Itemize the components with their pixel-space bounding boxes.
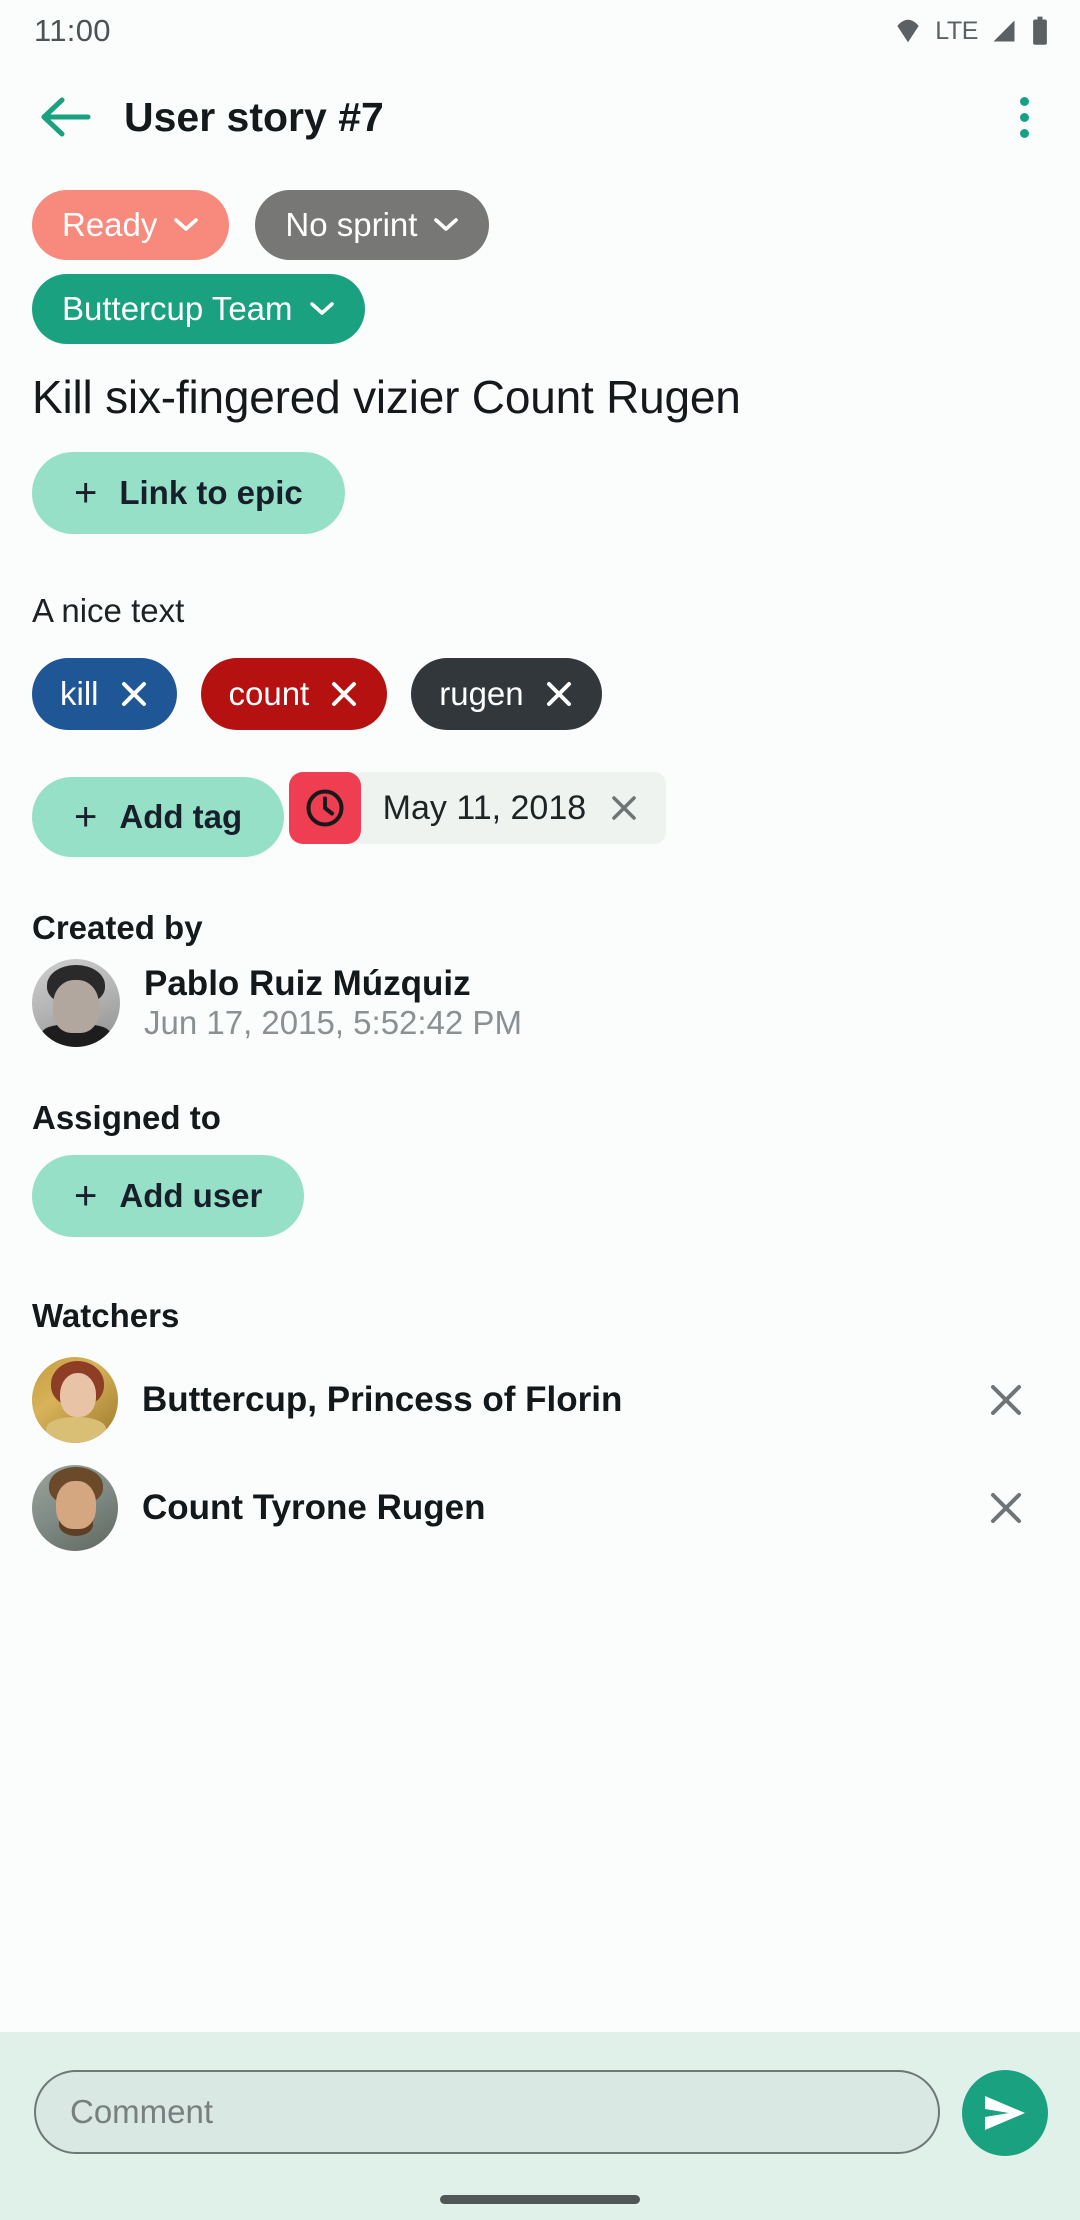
- close-icon: [991, 1493, 1021, 1524]
- comment-bar: [0, 2032, 1080, 2220]
- story-description[interactable]: A nice text: [32, 592, 1048, 630]
- network-type-label: LTE: [935, 16, 978, 45]
- team-chip-label: Buttercup Team: [62, 290, 293, 327]
- assigned-to-label: Assigned to: [32, 1099, 221, 1137]
- tag-list: kill count rugen: [32, 658, 1048, 731]
- link-to-epic-label: Link to epic: [119, 474, 303, 512]
- created-by-timestamp: Jun 17, 2015, 5:52:42 PM: [144, 1004, 522, 1042]
- more-vertical-icon: [1019, 128, 1029, 138]
- tag-chip[interactable]: count: [200, 658, 388, 731]
- watcher-row[interactable]: Count Tyrone Rugen: [32, 1465, 1048, 1552]
- due-date-value: May 11, 2018: [382, 788, 587, 827]
- status-bar: 11:00 LTE: [0, 0, 1080, 62]
- avatar: [32, 1465, 118, 1552]
- watchers-label: Watchers: [32, 1297, 180, 1335]
- plus-icon: +: [74, 471, 98, 516]
- story-title[interactable]: Kill six-fingered vizier Count Rugen: [32, 370, 1048, 424]
- page-title: User story #7: [124, 93, 384, 140]
- chevron-down-icon: [309, 302, 334, 315]
- battery-icon: [1030, 16, 1050, 46]
- arrow-left-icon: [41, 97, 91, 137]
- navigation-handle[interactable]: [440, 2195, 640, 2204]
- chevron-down-icon: [434, 218, 459, 231]
- close-icon[interactable]: [608, 792, 640, 824]
- detail-scroll-area[interactable]: Ready No sprint Buttercup Team Kill six-…: [0, 172, 1080, 2032]
- status-bar-clock: 11:00: [34, 13, 111, 48]
- app-screen: 11:00 LTE User story #7 Ready No sprint …: [0, 0, 1080, 2220]
- clock-icon: [288, 772, 361, 845]
- status-bar-icons: LTE: [893, 16, 1050, 46]
- add-tag-label: Add tag: [119, 798, 243, 836]
- sprint-chip[interactable]: No sprint: [255, 190, 490, 260]
- sprint-chip-label: No sprint: [285, 206, 418, 243]
- tag-label: kill: [60, 675, 99, 713]
- more-vertical-icon: [1019, 112, 1029, 122]
- watcher-name: Buttercup, Princess of Florin: [142, 1380, 623, 1420]
- tag-chip[interactable]: rugen: [411, 658, 602, 731]
- created-by-meta: Pablo Ruiz Múzquiz Jun 17, 2015, 5:52:42…: [144, 964, 522, 1042]
- chevron-down-icon: [174, 218, 199, 231]
- created-by-label: Created by: [32, 909, 203, 947]
- send-icon: [985, 2096, 1025, 2130]
- plus-icon: +: [74, 795, 98, 840]
- remove-watcher-button[interactable]: [976, 1370, 1036, 1430]
- due-date-body: May 11, 2018: [361, 772, 667, 844]
- close-icon[interactable]: [329, 679, 359, 709]
- send-comment-button[interactable]: [962, 2070, 1048, 2156]
- add-user-button[interactable]: + Add user: [32, 1155, 305, 1238]
- created-by-row: Pablo Ruiz Múzquiz Jun 17, 2015, 5:52:42…: [32, 959, 1048, 1048]
- link-to-epic-button[interactable]: + Link to epic: [32, 452, 345, 535]
- avatar: [32, 1357, 118, 1444]
- comment-input[interactable]: [34, 2070, 940, 2154]
- watcher-row[interactable]: Buttercup, Princess of Florin: [32, 1357, 1048, 1444]
- signal-icon: [990, 17, 1018, 45]
- team-chip[interactable]: Buttercup Team: [32, 274, 365, 344]
- plus-icon: +: [74, 1174, 98, 1219]
- close-icon: [991, 1385, 1021, 1416]
- app-bar: User story #7: [0, 62, 1080, 172]
- add-user-label: Add user: [119, 1177, 263, 1215]
- tag-label: count: [228, 675, 310, 713]
- tag-chip[interactable]: kill: [32, 658, 177, 731]
- remove-watcher-button[interactable]: [976, 1478, 1036, 1538]
- team-chip-row: Buttercup Team: [32, 274, 1048, 358]
- due-date-row[interactable]: May 11, 2018: [288, 772, 667, 845]
- back-button[interactable]: [30, 81, 102, 153]
- watcher-name: Count Tyrone Rugen: [142, 1488, 486, 1528]
- created-by-name: Pablo Ruiz Múzquiz: [144, 964, 471, 1004]
- more-vertical-icon: [1019, 96, 1029, 106]
- close-icon[interactable]: [544, 679, 574, 709]
- status-chip[interactable]: Ready: [32, 190, 230, 260]
- avatar: [32, 959, 120, 1048]
- meta-chip-row: Ready No sprint: [32, 190, 1048, 274]
- tag-label: rugen: [439, 675, 524, 713]
- overflow-menu-button[interactable]: [992, 81, 1056, 153]
- close-icon[interactable]: [119, 679, 149, 709]
- wifi-icon: [893, 16, 923, 46]
- status-chip-label: Ready: [62, 206, 158, 243]
- add-tag-button[interactable]: + Add tag: [32, 777, 285, 858]
